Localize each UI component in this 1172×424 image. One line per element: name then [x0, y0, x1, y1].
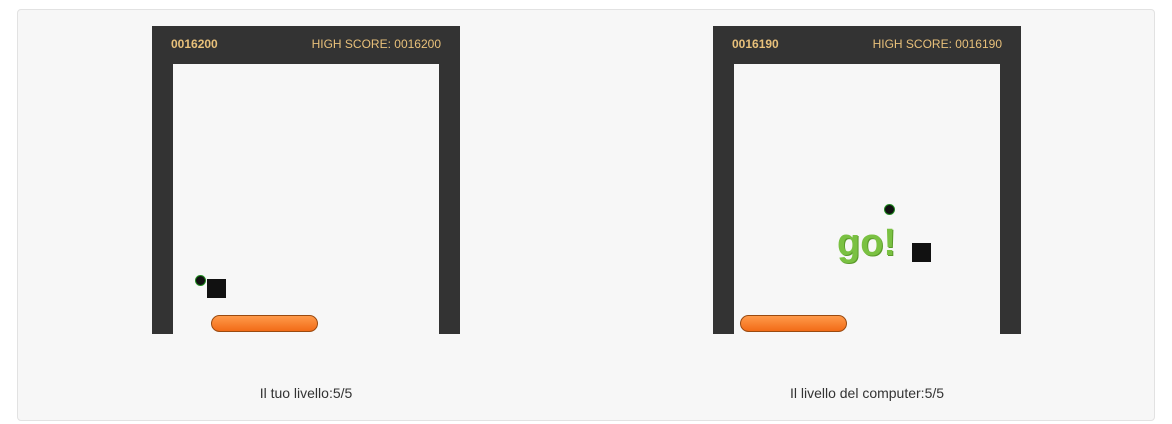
computer-level-label: Il livello del computer:5/5: [789, 385, 945, 401]
frame-left-wall: [152, 26, 173, 334]
player-paddle[interactable]: [211, 315, 318, 332]
brick-block: [207, 279, 226, 298]
player-game-board[interactable]: 0016200 HIGH SCORE: 0016200: [152, 26, 460, 334]
computer-high-score: HIGH SCORE: 0016190: [872, 37, 1002, 51]
computer-paddle: [740, 315, 847, 332]
brick-block: [912, 243, 931, 262]
ball: [195, 275, 206, 286]
player-level-label: Il tuo livello:5/5: [259, 385, 353, 401]
player-score: 0016200: [171, 37, 218, 51]
frame-right-wall: [439, 26, 460, 334]
computer-score: 0016190: [732, 37, 779, 51]
ball: [884, 204, 895, 215]
player-high-score: HIGH SCORE: 0016200: [311, 37, 441, 51]
play-field: [734, 64, 1000, 334]
computer-game-board: 0016190 HIGH SCORE: 0016190 go!: [713, 26, 1021, 334]
go-label: go!: [837, 222, 897, 264]
frame-left-wall: [713, 26, 734, 334]
frame-right-wall: [1000, 26, 1021, 334]
